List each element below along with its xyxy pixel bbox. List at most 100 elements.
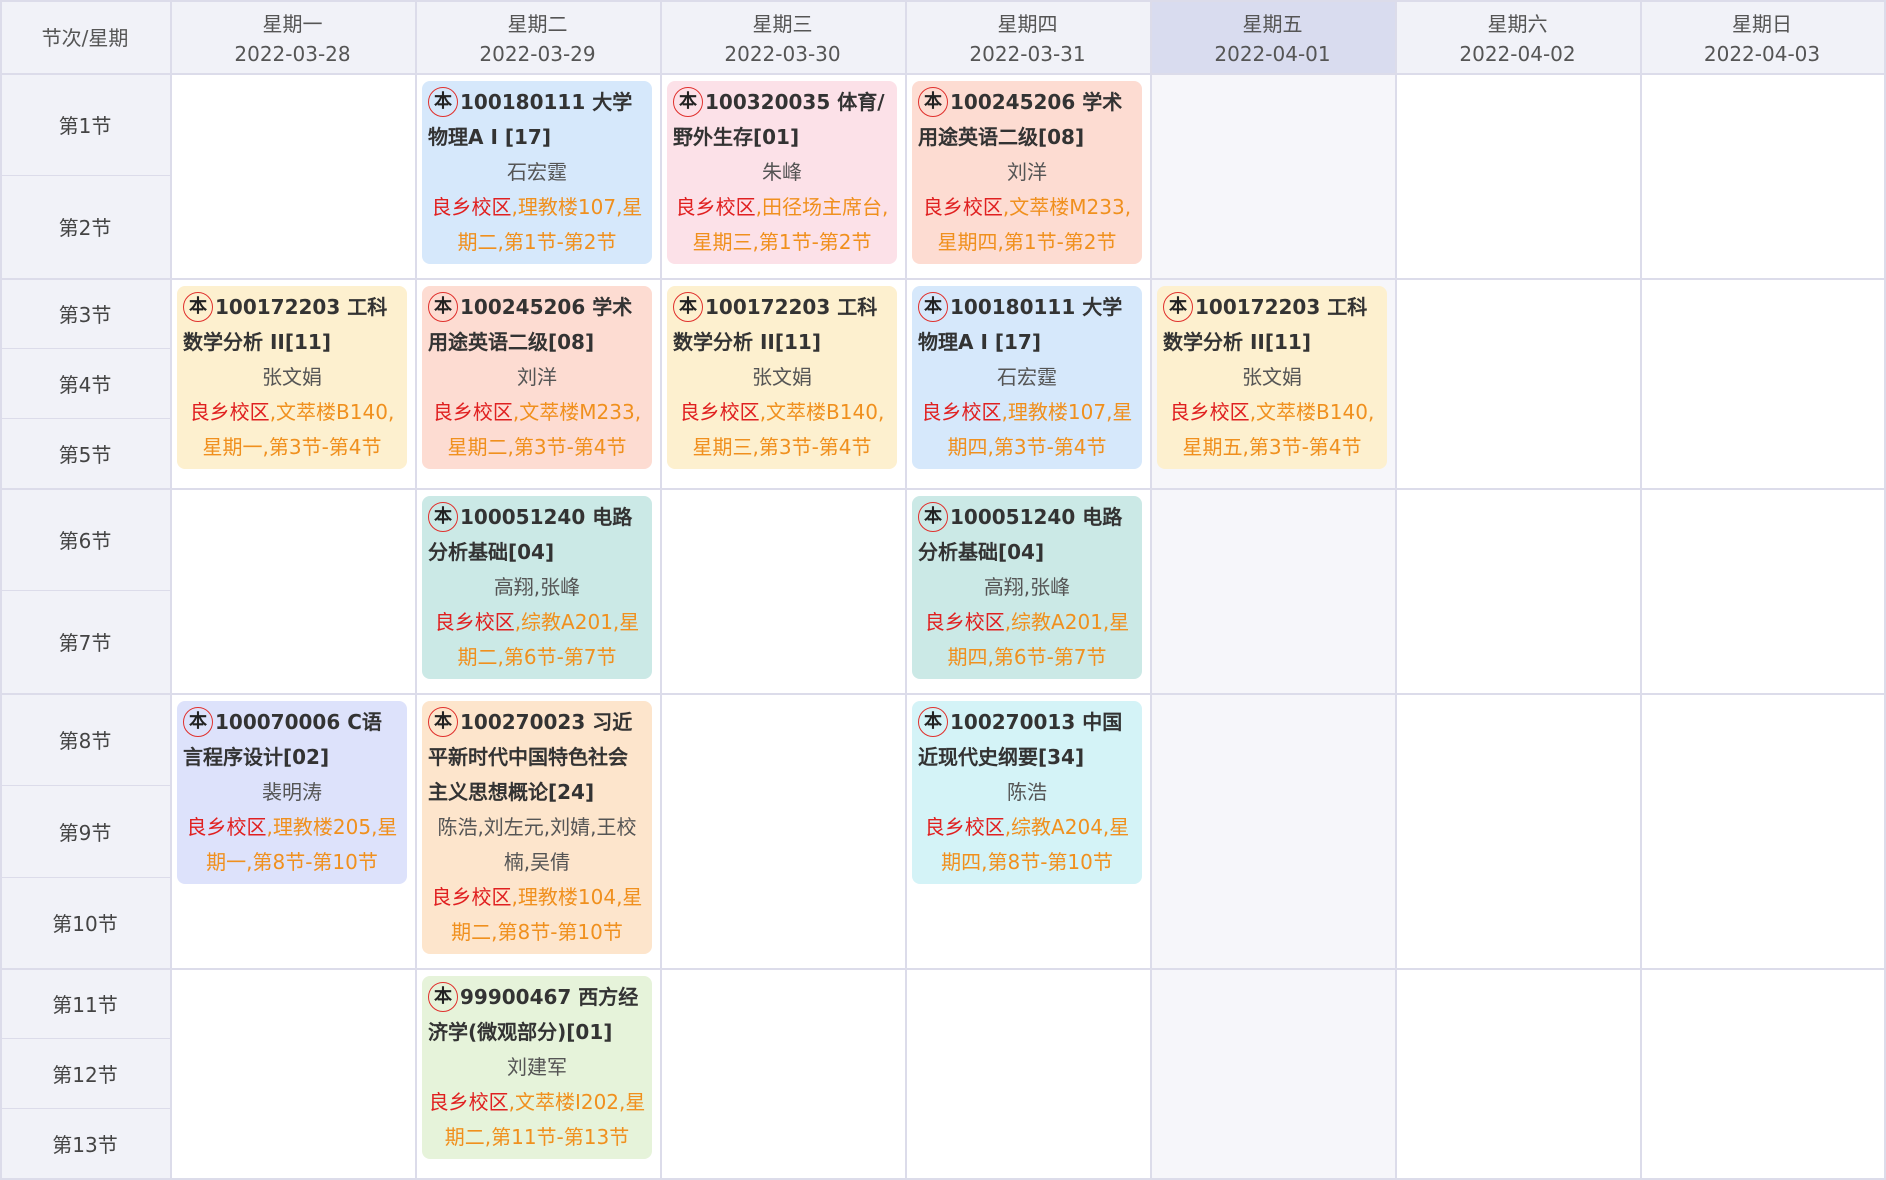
course-card[interactable]: 本 100270013 中国近现代史纲要[34] 陈浩良乡校区,综教A204,星期四… (912, 701, 1142, 884)
grid-line-period (0, 1038, 170, 1039)
period-label: 第3节 (0, 278, 170, 348)
course-card[interactable]: 本 100070006 C语言程序设计[02] 裴明涛良乡校区,理教楼205,星期一… (177, 701, 407, 884)
undergrad-badge: 本 (428, 86, 458, 117)
course-card[interactable]: 本 100172203 工科数学分析 II[11] 张文娟 良乡校区,文萃楼B140,… (177, 286, 407, 469)
course-location: 良乡校区,理教楼104,星期二,第8节-第10节 (428, 880, 646, 950)
undergrad-badge: 本 (183, 706, 213, 737)
course-title: 本 99900467 西方经济学(微观部分)[01] (428, 980, 646, 1050)
course-teacher: 刘洋 (517, 365, 557, 389)
course-title: 本 100070006 C语言程序设计[02] (183, 705, 401, 775)
course-location: 良乡校区,文萃楼M233,星期二,第3节-第4节 (428, 395, 646, 465)
period-label: 第10节 (0, 877, 170, 968)
course-card[interactable]: 本 99900467 西方经济学(微观部分)[01] 刘建军 良乡校区,文萃楼I202… (422, 976, 652, 1159)
course-location: 良乡校区,综教A201,星期四,第6节-第7节 (918, 605, 1136, 675)
weekday-label: 星期六 (1487, 12, 1548, 36)
weekday-label: 星期日 (1732, 12, 1792, 36)
course-card[interactable]: 本 100051240 电路分析基础[04] 高翔,张峰良乡校区,综教A201,星期… (422, 496, 652, 679)
grid-line-v (0, 0, 2, 1178)
course-teacher: 高翔,张峰 (983, 575, 1071, 599)
course-name: 100051240 电路分析基础[04] (428, 505, 633, 564)
course-teacher: 陈浩 (1007, 780, 1047, 804)
day-header: 星期日 2022-04-03 (1640, 0, 1884, 73)
timetable: 节次/星期 星期一 2022-03-28 星期二 2022-03-29 星期三 2022-0… (0, 0, 1886, 1180)
course-title: 本 100051240 电路分析基础[04] (918, 500, 1136, 570)
grid-line-v (905, 0, 907, 1178)
course-campus: 良乡校区 (434, 610, 515, 634)
course-location: 良乡校区,综教A201,星期二,第6节-第7节 (428, 605, 646, 675)
course-name: 100245206 学术用途英语二级[08] (918, 90, 1123, 149)
course-title: 本 100051240 电路分析基础[04] (428, 500, 646, 570)
period-label: 第2节 (0, 175, 170, 278)
course-name: 100051240 电路分析基础[04] (918, 505, 1123, 564)
grid-line-period (0, 73, 170, 74)
grid-line-h (0, 278, 1886, 280)
period-label: 第11节 (0, 968, 170, 1038)
period-label: 第12节 (0, 1038, 170, 1108)
course-title: 本 100172203 工科数学分析 II[11] (673, 290, 891, 360)
course-card[interactable]: 本 100320035 体育/野外生存[01] 朱峰 良乡校区,田径场主席台,星期三,… (667, 81, 897, 264)
course-campus: 良乡校区 (675, 195, 756, 219)
course-campus: 良乡校区 (428, 1090, 509, 1114)
course-card[interactable]: 本 100172203 工科数学分析 II[11] 张文娟 良乡校区,文萃楼B140,… (667, 286, 897, 469)
course-teacher: 石宏霆 (507, 160, 567, 184)
grid-line-v (660, 0, 662, 1178)
undergrad-badge: 本 (428, 706, 458, 737)
day-header: 星期三 2022-03-30 (660, 0, 905, 73)
day-header: 星期六 2022-04-02 (1395, 0, 1640, 73)
course-campus: 良乡校区 (431, 885, 512, 909)
grid-line-period (0, 1108, 170, 1109)
course-location: 良乡校区,理教楼107,星期二,第1节-第2节 (428, 190, 646, 260)
corner-header: 节次/星期 (0, 0, 170, 73)
course-title: 本 100180111 大学物理A Ⅰ [17] (428, 85, 646, 155)
course-campus: 良乡校区 (922, 195, 1003, 219)
course-teacher: 石宏霆 (997, 365, 1057, 389)
course-teacher: 朱峰 (762, 160, 802, 184)
grid-line-h (0, 488, 1886, 490)
grid-line-period (0, 348, 170, 349)
course-name: 100180111 大学物理A Ⅰ [17] (428, 90, 633, 149)
undergrad-badge: 本 (918, 291, 948, 322)
course-name: 100172203 工科数学分析 II[11] (673, 295, 878, 354)
course-teacher: 张文娟 (1242, 365, 1302, 389)
course-card[interactable]: 本 100270023 习近平新时代中国特色社会主义思想概论[24] 陈浩,刘左元,… (422, 701, 652, 954)
course-title: 本 100270013 中国近现代史纲要[34] (918, 705, 1136, 775)
grid-line-period (0, 175, 170, 176)
course-card[interactable]: 本 100180111 大学物理A Ⅰ [17] 石宏霆 良乡校区,理教楼107,星期… (912, 286, 1142, 469)
course-teacher: 高翔,张峰 (493, 575, 581, 599)
course-name: 100270013 中国近现代史纲要[34] (918, 710, 1123, 769)
course-title: 本 100172203 工科数学分析 II[11] (183, 290, 401, 360)
course-location: 良乡校区,综教A204,星期四,第8节-第10节 (918, 810, 1136, 880)
date-label: 2022-03-29 (479, 42, 596, 66)
grid-line-period (0, 418, 170, 419)
course-name: 100320035 体育/野外生存[01] (673, 90, 885, 149)
period-label: 第13节 (0, 1108, 170, 1178)
course-card[interactable]: 本 100245206 学术用途英语二级[08] 刘洋 良乡校区,文萃楼M233,星期… (422, 286, 652, 469)
weekday-label: 星期三 (752, 12, 813, 36)
period-label: 第5节 (0, 418, 170, 488)
course-teacher: 刘洋 (1007, 160, 1047, 184)
course-card[interactable]: 本 100051240 电路分析基础[04] 高翔,张峰良乡校区,综教A201,星期… (912, 496, 1142, 679)
period-label: 第6节 (0, 488, 170, 590)
course-card[interactable]: 本 100172203 工科数学分析 II[11] 张文娟 良乡校区,文萃楼B140,… (1157, 286, 1387, 469)
undergrad-badge: 本 (1163, 291, 1193, 322)
course-teacher: 裴明涛 (262, 780, 322, 804)
course-card[interactable]: 本 100245206 学术用途英语二级[08] 刘洋 良乡校区,文萃楼M233,星期… (912, 81, 1142, 264)
weekday-label: 星期五 (1242, 12, 1303, 36)
course-name: 100172203 工科数学分析 II[11] (183, 295, 388, 354)
undergrad-badge: 本 (428, 981, 458, 1012)
day-header: 星期五 2022-04-01 (1150, 0, 1395, 73)
period-label: 第4节 (0, 348, 170, 418)
course-title: 本 100245206 学术用途英语二级[08] (918, 85, 1136, 155)
day-header: 星期四 2022-03-31 (905, 0, 1150, 73)
weekday-label: 星期一 (262, 12, 323, 36)
course-location: 良乡校区,理教楼205,星期一,第8节-第10节 (183, 810, 401, 880)
course-campus: 良乡校区 (432, 400, 513, 424)
date-label: 2022-03-30 (724, 42, 841, 66)
course-card[interactable]: 本 100180111 大学物理A Ⅰ [17] 石宏霆良乡校区,理教楼107,星期… (422, 81, 652, 264)
period-label: 第1节 (0, 73, 170, 175)
date-label: 2022-04-02 (1459, 42, 1576, 66)
grid-line-v (415, 0, 417, 1178)
grid-line-period (0, 488, 170, 489)
grid-line-h (0, 693, 1886, 695)
course-location: 良乡校区,文萃楼B140,星期五,第3节-第4节 (1163, 395, 1381, 465)
